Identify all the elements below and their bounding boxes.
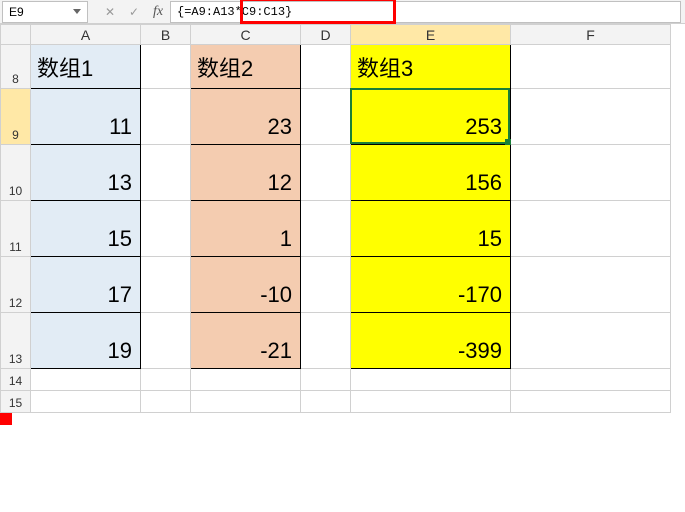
cell-C13[interactable]: -21 bbox=[191, 313, 301, 369]
col-header-D[interactable]: D bbox=[301, 25, 351, 45]
name-box-dropdown-icon[interactable] bbox=[73, 9, 81, 14]
cell-B8[interactable] bbox=[141, 45, 191, 89]
cell-A11[interactable]: 15 bbox=[31, 201, 141, 257]
cell-C9[interactable]: 23 bbox=[191, 89, 301, 145]
confirm-button[interactable]: ✓ bbox=[122, 1, 146, 23]
cell-C11[interactable]: 1 bbox=[191, 201, 301, 257]
check-icon: ✓ bbox=[129, 5, 139, 19]
cell-A10[interactable]: 13 bbox=[31, 145, 141, 201]
row-header-15[interactable]: 15 bbox=[1, 391, 31, 413]
cell-A15[interactable] bbox=[31, 391, 141, 413]
cell-D9[interactable] bbox=[301, 89, 351, 145]
cell-B10[interactable] bbox=[141, 145, 191, 201]
fx-label[interactable]: fx bbox=[146, 4, 170, 20]
cell-D8[interactable] bbox=[301, 45, 351, 89]
cell-F13[interactable] bbox=[511, 313, 671, 369]
cell-B11[interactable] bbox=[141, 201, 191, 257]
col-header-C[interactable]: C bbox=[191, 25, 301, 45]
formula-bar: E9 ✕ ✓ fx {=A9:A13*C9:C13} bbox=[0, 0, 685, 24]
cell-B14[interactable] bbox=[141, 369, 191, 391]
spreadsheet-grid[interactable]: A B C D E F 8 数组1 数组2 数组3 9 11 23 253 10… bbox=[0, 24, 685, 413]
name-box[interactable]: E9 bbox=[2, 1, 88, 23]
row-header-10[interactable]: 10 bbox=[1, 145, 31, 201]
row-header-11[interactable]: 11 bbox=[1, 201, 31, 257]
cell-A13[interactable]: 19 bbox=[31, 313, 141, 369]
cell-D11[interactable] bbox=[301, 201, 351, 257]
cell-A12[interactable]: 17 bbox=[31, 257, 141, 313]
col-header-A[interactable]: A bbox=[31, 25, 141, 45]
formula-input[interactable]: {=A9:A13*C9:C13} bbox=[170, 1, 681, 23]
cell-E10[interactable]: 156 bbox=[351, 145, 511, 201]
annotation-box-column-e bbox=[0, 413, 12, 425]
cell-B15[interactable] bbox=[141, 391, 191, 413]
cell-D14[interactable] bbox=[301, 369, 351, 391]
row-header-13[interactable]: 13 bbox=[1, 313, 31, 369]
cell-D13[interactable] bbox=[301, 313, 351, 369]
cell-F15[interactable] bbox=[511, 391, 671, 413]
cell-E9[interactable]: 253 bbox=[351, 89, 511, 145]
cell-B13[interactable] bbox=[141, 313, 191, 369]
col-header-E[interactable]: E bbox=[351, 25, 511, 45]
cell-F9[interactable] bbox=[511, 89, 671, 145]
cell-E11[interactable]: 15 bbox=[351, 201, 511, 257]
cell-A14[interactable] bbox=[31, 369, 141, 391]
cell-F14[interactable] bbox=[511, 369, 671, 391]
cell-C8[interactable]: 数组2 bbox=[191, 45, 301, 89]
select-all-corner[interactable] bbox=[1, 25, 31, 45]
row-header-12[interactable]: 12 bbox=[1, 257, 31, 313]
cell-A9[interactable]: 11 bbox=[31, 89, 141, 145]
cell-C14[interactable] bbox=[191, 369, 301, 391]
cell-C15[interactable] bbox=[191, 391, 301, 413]
cell-E13[interactable]: -399 bbox=[351, 313, 511, 369]
formula-text: {=A9:A13*C9:C13} bbox=[177, 5, 292, 19]
cell-A8[interactable]: 数组1 bbox=[31, 45, 141, 89]
cell-E14[interactable] bbox=[351, 369, 511, 391]
cell-F10[interactable] bbox=[511, 145, 671, 201]
name-box-value: E9 bbox=[9, 5, 73, 19]
cell-F11[interactable] bbox=[511, 201, 671, 257]
cell-D15[interactable] bbox=[301, 391, 351, 413]
cell-D10[interactable] bbox=[301, 145, 351, 201]
col-header-B[interactable]: B bbox=[141, 25, 191, 45]
cell-B12[interactable] bbox=[141, 257, 191, 313]
cell-D12[interactable] bbox=[301, 257, 351, 313]
cell-E8[interactable]: 数组3 bbox=[351, 45, 511, 89]
row-header-14[interactable]: 14 bbox=[1, 369, 31, 391]
cell-C12[interactable]: -10 bbox=[191, 257, 301, 313]
cancel-icon: ✕ bbox=[105, 5, 115, 19]
cancel-button[interactable]: ✕ bbox=[98, 1, 122, 23]
cell-E15[interactable] bbox=[351, 391, 511, 413]
cell-B9[interactable] bbox=[141, 89, 191, 145]
cell-F8[interactable] bbox=[511, 45, 671, 89]
row-header-8[interactable]: 8 bbox=[1, 45, 31, 89]
cell-C10[interactable]: 12 bbox=[191, 145, 301, 201]
col-header-F[interactable]: F bbox=[511, 25, 671, 45]
row-header-9[interactable]: 9 bbox=[1, 89, 31, 145]
cell-E12[interactable]: -170 bbox=[351, 257, 511, 313]
cell-F12[interactable] bbox=[511, 257, 671, 313]
